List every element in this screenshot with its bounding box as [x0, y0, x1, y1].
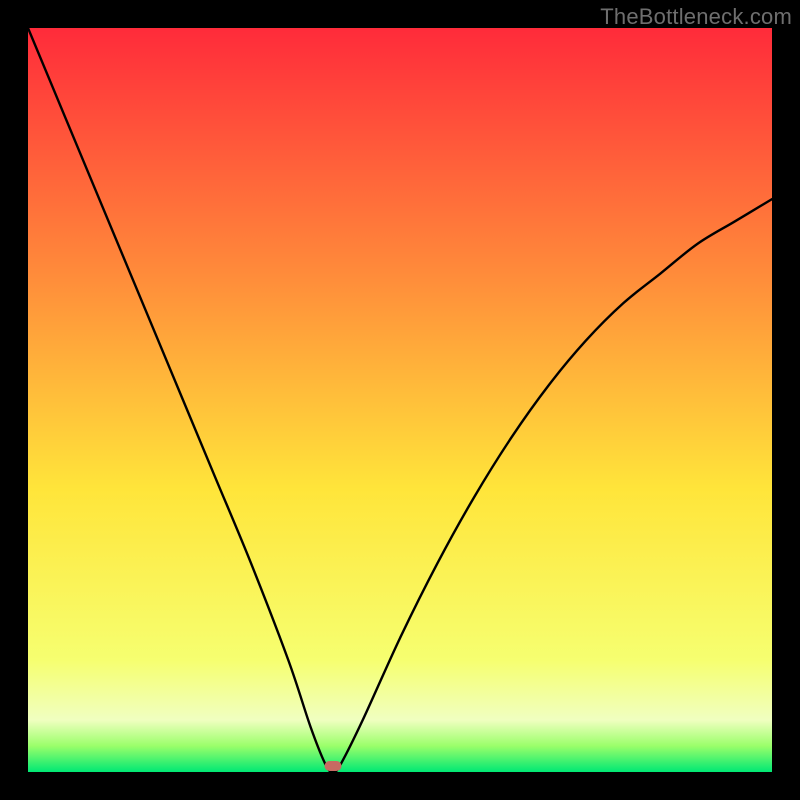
chart-frame	[28, 28, 772, 772]
chart-svg	[28, 28, 772, 772]
optimal-point-marker	[325, 761, 342, 771]
watermark-text: TheBottleneck.com	[600, 4, 792, 30]
gradient-background	[28, 28, 772, 772]
